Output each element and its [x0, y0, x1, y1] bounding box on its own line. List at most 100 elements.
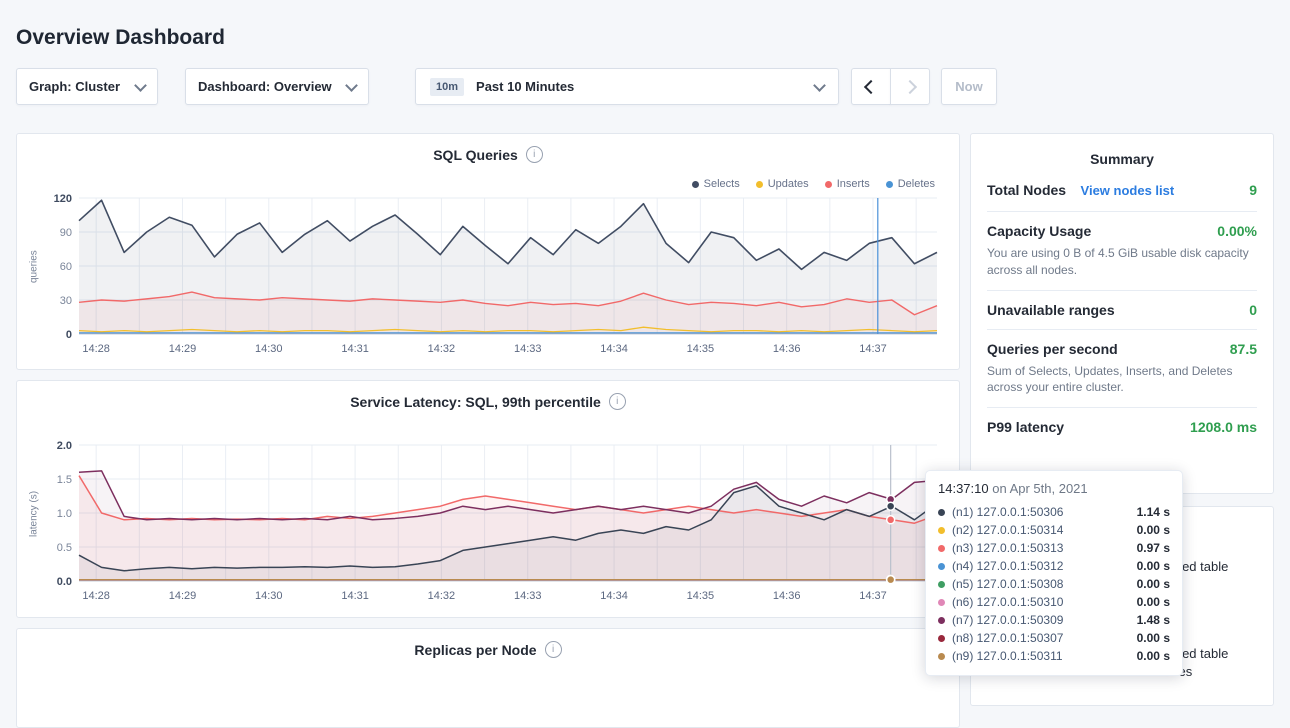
svg-text:14:32: 14:32 [428, 590, 456, 602]
tooltip-node-value: 0.00 s [1137, 577, 1170, 591]
info-icon[interactable] [609, 393, 626, 410]
tooltip-node-value: 0.00 s [1137, 595, 1170, 609]
service-latency-card: Service Latency: SQL, 99th percentile la… [16, 380, 960, 618]
capacity-description: You are using 0 B of 4.5 GiB usable disk… [987, 245, 1257, 279]
chevron-down-icon [345, 79, 358, 92]
tooltip-node-label: (n8) 127.0.0.1:50307 [952, 631, 1130, 645]
svg-text:1.0: 1.0 [57, 508, 72, 520]
svg-text:14:37: 14:37 [859, 343, 887, 355]
replicas-card: Replicas per Node [16, 628, 960, 728]
svg-text:14:34: 14:34 [600, 590, 628, 602]
view-nodes-link[interactable]: View nodes list [1081, 183, 1175, 198]
tooltip-row: (n9) 127.0.0.1:50311 0.00 s [938, 647, 1170, 665]
series-color-dot [938, 509, 945, 516]
sql-queries-chart[interactable]: queries 030609012014:2814:2914:3014:3114… [31, 190, 947, 360]
tooltip-node-label: (n4) 127.0.0.1:50312 [952, 559, 1130, 573]
series-color-dot [938, 545, 945, 552]
summary-title: Summary [987, 151, 1257, 167]
tooltip-header: 14:37:10 on Apr 5th, 2021 [938, 481, 1170, 496]
tooltip-row: (n2) 127.0.0.1:503140.00 s [938, 521, 1170, 539]
svg-text:14:33: 14:33 [514, 590, 542, 602]
unavailable-label: Unavailable ranges [987, 302, 1115, 318]
info-icon[interactable] [545, 641, 562, 658]
svg-text:14:35: 14:35 [687, 343, 715, 355]
tooltip-node-value: 1.48 s [1137, 613, 1170, 627]
p99-value: 1208.0 ms [1190, 419, 1257, 435]
chevron-down-icon [134, 79, 147, 92]
chevron-right-icon [903, 79, 917, 93]
graph-dropdown[interactable]: Graph: Cluster [16, 68, 158, 105]
graph-dropdown-label: Graph: Cluster [29, 79, 120, 94]
service-latency-title: Service Latency: SQL, 99th percentile [350, 394, 601, 410]
p99-label: P99 latency [987, 419, 1064, 435]
svg-text:14:28: 14:28 [82, 343, 110, 355]
y-axis-label: queries [25, 198, 43, 336]
svg-text:14:28: 14:28 [82, 590, 110, 602]
tooltip-time: 14:37:10 [938, 481, 989, 496]
svg-text:90: 90 [60, 227, 72, 239]
tooltip-date: on Apr 5th, 2021 [989, 481, 1088, 496]
tooltip-node-value: 0.00 s [1137, 523, 1170, 537]
time-prev-button[interactable] [851, 68, 891, 105]
series-color-dot [938, 653, 945, 660]
tooltip-node-label: (n9) 127.0.0.1:50311 [952, 649, 1130, 663]
svg-text:60: 60 [60, 261, 72, 273]
svg-text:14:31: 14:31 [341, 590, 369, 602]
svg-text:14:34: 14:34 [600, 343, 628, 355]
tooltip-row: (n5) 127.0.0.1:50308 0.00 s [938, 575, 1170, 593]
tooltip-node-label: (n5) 127.0.0.1:50308 [952, 577, 1130, 591]
tooltip-row: (n8) 127.0.0.1:503070.00 s [938, 629, 1170, 647]
series-color-dot [938, 563, 945, 570]
summary-row-p99: P99 latency 1208.0 ms [987, 408, 1257, 446]
summary-row-unavailable: Unavailable ranges 0 [987, 291, 1257, 330]
tooltip-node-value: 0.97 s [1137, 541, 1170, 555]
chevron-left-icon [864, 79, 878, 93]
chart-tooltip: 14:37:10 on Apr 5th, 2021 (n1) 127.0.0.1… [925, 470, 1183, 676]
series-color-dot [938, 635, 945, 642]
qps-description: Sum of Selects, Updates, Inserts, and De… [987, 363, 1257, 397]
summary-row-capacity: Capacity Usage 0.00% You are using 0 B o… [987, 212, 1257, 291]
sql-queries-title: SQL Queries [433, 147, 518, 163]
info-icon[interactable] [526, 146, 543, 163]
series-color-dot [938, 581, 945, 588]
time-range-badge: 10m [430, 78, 464, 96]
now-button[interactable]: Now [941, 68, 997, 105]
svg-text:14:35: 14:35 [687, 590, 715, 602]
page-title: Overview Dashboard [16, 26, 225, 50]
series-color-dot [938, 599, 945, 606]
total-nodes-value: 9 [1249, 182, 1257, 198]
svg-text:0.0: 0.0 [57, 576, 72, 588]
legend-item[interactable]: Selects [692, 178, 740, 190]
dashboard-dropdown[interactable]: Dashboard: Overview [185, 68, 369, 105]
sql-queries-legend: Selects Updates Inserts Deletes [692, 178, 935, 190]
summary-row-total-nodes: Total Nodes View nodes list 9 [987, 171, 1257, 212]
legend-item[interactable]: Inserts [825, 178, 870, 190]
svg-text:120: 120 [54, 193, 72, 205]
unavailable-value: 0 [1249, 302, 1257, 318]
replicas-title: Replicas per Node [414, 642, 536, 658]
time-next-button[interactable] [890, 68, 930, 105]
tooltip-row: (n1) 127.0.0.1:503061.14 s [938, 503, 1170, 521]
svg-text:14:33: 14:33 [514, 343, 542, 355]
tooltip-row: (n7) 127.0.0.1:50309 1.48 s [938, 611, 1170, 629]
tooltip-node-value: 0.00 s [1137, 649, 1170, 663]
legend-item[interactable]: Updates [756, 178, 809, 190]
svg-text:14:36: 14:36 [773, 343, 801, 355]
svg-text:14:29: 14:29 [169, 343, 197, 355]
tooltip-node-label: (n7) 127.0.0.1:50309 [952, 613, 1130, 627]
tooltip-row: (n6) 127.0.0.1:503100.00 s [938, 593, 1170, 611]
svg-text:14:32: 14:32 [428, 343, 456, 355]
service-latency-chart[interactable]: latency (s) 0.00.51.01.52.014:2814:2914:… [31, 437, 947, 607]
svg-text:1.5: 1.5 [57, 474, 72, 486]
legend-item[interactable]: Deletes [886, 178, 935, 190]
svg-text:14:30: 14:30 [255, 343, 283, 355]
tooltip-node-label: (n1) 127.0.0.1:50306 [952, 505, 1130, 519]
svg-text:0.5: 0.5 [57, 542, 72, 554]
total-nodes-label: Total Nodes [987, 182, 1066, 198]
tooltip-row: (n3) 127.0.0.1:503130.97 s [938, 539, 1170, 557]
summary-panel: Summary Total Nodes View nodes list 9 Ca… [970, 133, 1274, 494]
tooltip-node-value: 0.00 s [1137, 559, 1170, 573]
y-axis-label: latency (s) [25, 445, 43, 583]
time-range-picker[interactable]: 10m Past 10 Minutes [415, 68, 839, 105]
qps-label: Queries per second [987, 341, 1118, 357]
